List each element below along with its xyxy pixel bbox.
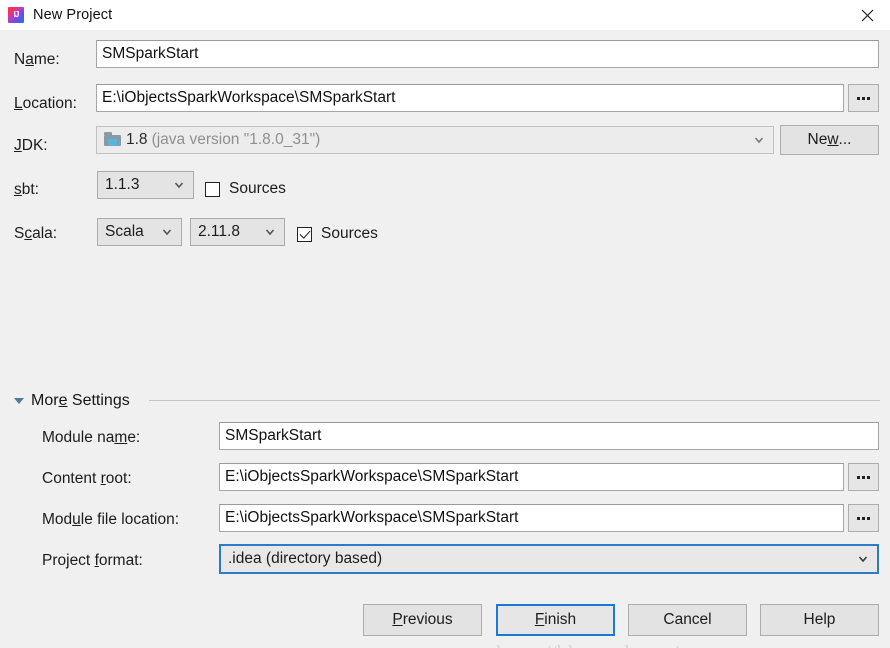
scala-platform-value: Scala [105,223,144,240]
name-input[interactable]: SMSparkStart [96,40,879,68]
jdk-label: JDK: [14,137,48,154]
location-browse-button[interactable] [848,84,879,112]
more-settings-toggle[interactable]: More Settings [14,392,130,410]
close-button[interactable] [844,0,890,30]
previous-button[interactable]: Previous [363,604,482,636]
project-format-combo[interactable]: .idea (directory based) [219,544,879,574]
scala-platform-combo[interactable]: Scala [97,218,182,246]
chevron-down-icon [162,229,172,236]
module-file-location-browse-button[interactable] [848,504,879,532]
location-input[interactable]: E:\iObjectsSparkWorkspace\SMSparkStart [96,84,844,112]
watermark-text: https://blog.csdn.net/supermapsupport [496,641,828,648]
chevron-down-icon [174,182,184,189]
scala-sources-label: Sources [321,225,378,242]
jdk-combo[interactable]: 1.8 (java version "1.8.0_31") [96,126,774,154]
cancel-button[interactable]: Cancel [628,604,747,636]
module-file-location-input[interactable]: E:\iObjectsSparkWorkspace\SMSparkStart [219,504,844,532]
name-label: Name: [14,51,60,68]
project-format-value: .idea (directory based) [228,550,383,567]
sbt-version-combo[interactable]: 1.1.3 [97,171,194,199]
content-root-label: Content root: [42,470,132,487]
module-name-label: Module name: [42,429,141,446]
triangle-down-icon [14,398,24,404]
chevron-down-icon [754,137,764,144]
scala-sources-checkbox[interactable]: Sources [297,225,378,243]
finish-button[interactable]: Finish [496,604,615,636]
checkbox-box [297,226,312,242]
dialog-body: Name: SMSparkStart Location: E:\iObjects… [0,30,890,648]
new-project-dialog: New Project Name: SMSparkStart Location:… [0,0,890,648]
content-root-browse-button[interactable] [848,463,879,491]
jdk-detail: (java version "1.8.0_31") [151,131,321,148]
title-bar: New Project [0,0,890,30]
module-file-location-label: Module file location: [42,511,180,528]
chevron-down-icon [858,556,868,563]
content-root-input[interactable]: E:\iObjectsSparkWorkspace\SMSparkStart [219,463,844,491]
scala-version-value: 2.11.8 [198,223,240,240]
sbt-sources-checkbox[interactable]: Sources [205,180,286,198]
window-title: New Project [33,7,113,23]
ellipsis-icon [857,516,870,520]
help-button[interactable]: Help [760,604,879,636]
sbt-version-value: 1.1.3 [105,176,140,193]
ellipsis-icon [857,96,870,100]
close-icon [861,9,873,21]
checkbox-box [205,181,220,197]
jdk-version: 1.8 [126,131,148,148]
sbt-label: sbt: [14,181,39,198]
scala-label: Scala: [14,225,58,242]
more-settings-label: More Settings [31,392,130,409]
chevron-down-icon [265,229,275,236]
more-settings-separator [149,400,880,401]
ellipsis-icon [857,475,870,479]
sbt-sources-label: Sources [229,180,286,197]
intellij-idea-icon [8,7,24,23]
jdk-folder-icon [104,131,123,148]
scala-version-combo[interactable]: 2.11.8 [190,218,285,246]
project-format-label: Project format: [42,552,143,569]
module-name-input[interactable]: SMSparkStart [219,422,879,450]
location-label: Location: [14,95,77,112]
jdk-new-button[interactable]: Ne w... [780,125,879,155]
